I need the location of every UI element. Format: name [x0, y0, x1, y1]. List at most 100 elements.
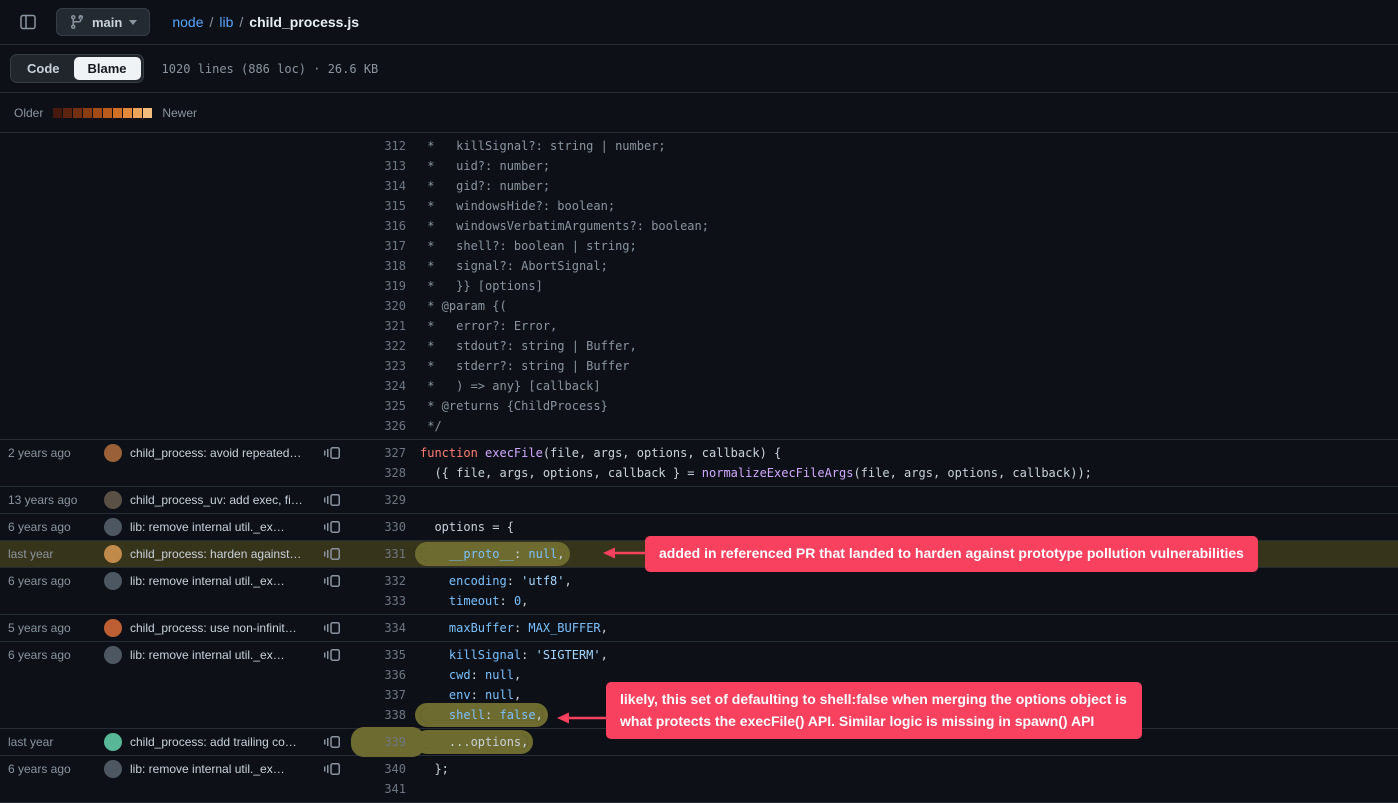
line-number[interactable]: 338 — [356, 705, 420, 725]
breadcrumb-separator: / — [239, 14, 243, 30]
branch-selector-button[interactable]: main — [56, 8, 150, 36]
annotation-callout-shell: likely, this set of defaulting to shell:… — [606, 682, 1142, 739]
line-number[interactable]: 321 — [356, 316, 420, 336]
line-number[interactable]: 326 — [356, 416, 420, 436]
code-text: * signal?: AbortSignal; — [420, 256, 1398, 276]
breadcrumb: node / lib / child_process.js — [172, 14, 359, 30]
versions-icon[interactable] — [324, 546, 340, 562]
breadcrumb-dir-link[interactable]: lib — [219, 14, 233, 30]
line-number[interactable]: 337 — [356, 685, 420, 705]
versions-icon[interactable] — [324, 761, 340, 777]
code-token: function — [420, 446, 478, 460]
line-number[interactable]: 329 — [356, 490, 420, 510]
tab-blame[interactable]: Blame — [74, 57, 141, 80]
avatar[interactable] — [104, 619, 122, 637]
code-token: * error?: Error, — [420, 319, 557, 333]
versions-icon[interactable] — [324, 620, 340, 636]
code-line: 332 encoding: 'utf8', — [356, 571, 1398, 591]
versions-icon[interactable] — [324, 492, 340, 508]
heat-cell — [103, 108, 112, 118]
avatar[interactable] — [104, 733, 122, 751]
line-number[interactable]: 325 — [356, 396, 420, 416]
commit-cell: 6 years agolib: remove internal util._ex… — [0, 517, 356, 537]
line-number[interactable]: 315 — [356, 196, 420, 216]
avatar[interactable] — [104, 491, 122, 509]
code-text: * gid?: number; — [420, 176, 1398, 196]
code-token — [420, 688, 449, 702]
code-token: , — [514, 688, 521, 702]
line-number[interactable]: 334 — [356, 618, 420, 638]
code-token: : — [507, 574, 521, 588]
commit-cell: 13 years agochild_process_uv: add exec, … — [0, 490, 356, 510]
tab-code[interactable]: Code — [13, 57, 74, 80]
code-token: * stderr?: string | Buffer — [420, 359, 630, 373]
code-token: : — [471, 688, 485, 702]
code-text: * windowsHide?: boolean; — [420, 196, 1398, 216]
versions-icon[interactable] — [324, 734, 340, 750]
line-number[interactable]: 331 — [356, 544, 420, 564]
line-number[interactable]: 332 — [356, 571, 420, 591]
commit-age: last year — [8, 547, 104, 561]
blame-hunk: 5 years agochild_process: use non-infini… — [0, 615, 1398, 642]
commit-message-link[interactable]: lib: remove internal util._ex… — [130, 648, 314, 662]
line-number[interactable]: 314 — [356, 176, 420, 196]
code-token: : — [521, 648, 535, 662]
line-number[interactable]: 335 — [356, 645, 420, 665]
commit-age: 6 years ago — [8, 574, 104, 588]
code-line: 335 killSignal: 'SIGTERM', — [356, 645, 1398, 665]
commit-message-link[interactable]: child_process: harden against… — [130, 547, 314, 561]
line-number[interactable]: 318 — [356, 256, 420, 276]
versions-icon[interactable] — [324, 573, 340, 589]
line-number[interactable]: 327 — [356, 443, 420, 463]
code-token: , — [565, 574, 572, 588]
commit-cell: 6 years agolib: remove internal util._ex… — [0, 645, 356, 725]
commit-message-link[interactable]: lib: remove internal util._ex… — [130, 762, 314, 776]
line-number[interactable]: 316 — [356, 216, 420, 236]
line-number[interactable]: 317 — [356, 236, 420, 256]
avatar[interactable] — [104, 444, 122, 462]
line-number[interactable]: 319 — [356, 276, 420, 296]
commit-cell: last yearchild_process: add trailing co… — [0, 732, 356, 752]
code-text: * windowsVerbatimArguments?: boolean; — [420, 216, 1398, 236]
commit-message-link[interactable]: child_process_uv: add exec, fi… — [130, 493, 314, 507]
avatar[interactable] — [104, 760, 122, 778]
commit-message-link[interactable]: lib: remove internal util._ex… — [130, 574, 314, 588]
highlight-pill: __proto__: null, — [420, 547, 565, 561]
avatar[interactable] — [104, 572, 122, 590]
code-token — [420, 594, 449, 608]
line-number[interactable]: 330 — [356, 517, 420, 537]
line-number[interactable]: 340 — [356, 759, 420, 779]
commit-message-link[interactable]: child_process: use non-infinit… — [130, 621, 314, 635]
avatar[interactable] — [104, 545, 122, 563]
code-token: * stdout?: string | Buffer, — [420, 339, 637, 353]
avatar[interactable] — [104, 518, 122, 536]
versions-icon[interactable] — [324, 445, 340, 461]
code-text: ({ file, args, options, callback } = nor… — [420, 463, 1398, 483]
line-number[interactable]: 313 — [356, 156, 420, 176]
hunk-lines: 312 * killSignal?: string | number;313 *… — [356, 136, 1398, 436]
code-token: , — [601, 648, 608, 662]
avatar[interactable] — [104, 646, 122, 664]
line-number[interactable]: 324 — [356, 376, 420, 396]
line-number[interactable]: 336 — [356, 665, 420, 685]
breadcrumb-repo-link[interactable]: node — [172, 14, 203, 30]
hunk-lines: 330 options = { — [356, 517, 1398, 537]
commit-cell: 2 years agochild_process: avoid repeated… — [0, 443, 356, 483]
line-number[interactable]: 312 — [356, 136, 420, 156]
line-number[interactable]: 328 — [356, 463, 420, 483]
line-number[interactable]: 322 — [356, 336, 420, 356]
line-number[interactable]: 333 — [356, 591, 420, 611]
line-number[interactable]: 323 — [356, 356, 420, 376]
commit-message-link[interactable]: lib: remove internal util._ex… — [130, 520, 314, 534]
commit-message-link[interactable]: child_process: add trailing co… — [130, 735, 314, 749]
line-number[interactable]: 341 — [356, 779, 420, 799]
annotation-arrow — [554, 711, 608, 725]
versions-icon[interactable] — [324, 519, 340, 535]
commit-message-link[interactable]: child_process: avoid repeated… — [130, 446, 314, 460]
versions-icon[interactable] — [324, 647, 340, 663]
file-tree-toggle-button[interactable] — [14, 8, 42, 36]
line-number[interactable]: 320 — [356, 296, 420, 316]
code-token: ...options, — [420, 735, 528, 749]
line-number[interactable]: 339 — [356, 732, 420, 752]
code-token: timeout — [449, 594, 500, 608]
